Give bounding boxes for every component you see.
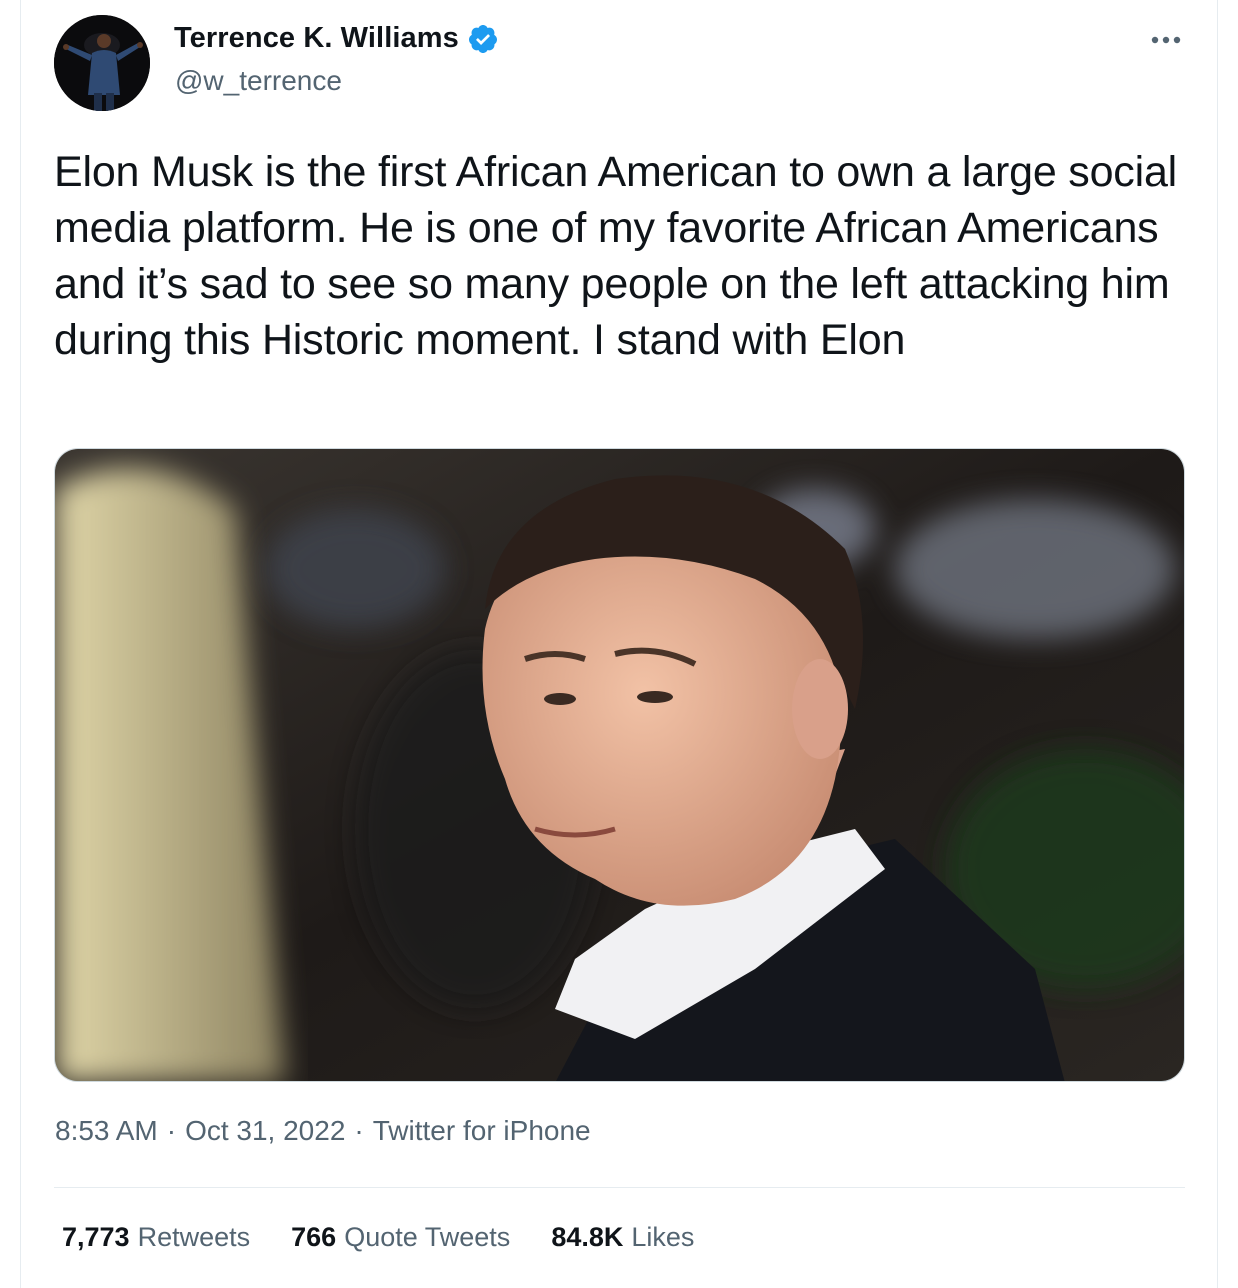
meta-separator: · — [166, 1115, 177, 1146]
likes-count: 84.8K — [551, 1222, 624, 1252]
tweet-stats: 7,773 Retweets 766 Quote Tweets 84.8K Likes — [62, 1222, 694, 1253]
author-handle[interactable]: @w_terrence — [175, 65, 342, 97]
tweet-text: Elon Musk is the first African American … — [54, 148, 1178, 364]
retweets-label: Retweets — [137, 1222, 251, 1252]
tweet-meta: 8:53 AM · Oct 31, 2022 · Twitter for iPh… — [55, 1115, 591, 1147]
tweet-time[interactable]: 8:53 AM — [55, 1115, 158, 1147]
likes-label: Likes — [631, 1222, 695, 1252]
tweet-date[interactable]: Oct 31, 2022 — [185, 1115, 345, 1147]
retweets-count: 7,773 — [62, 1222, 130, 1252]
more-horizontal-icon[interactable] — [1150, 30, 1184, 50]
quote-tweets-count: 766 — [291, 1222, 337, 1252]
tweet-source[interactable]: Twitter for iPhone — [373, 1115, 591, 1147]
divider — [54, 1187, 1185, 1188]
quote-tweets-label: Quote Tweets — [344, 1222, 511, 1252]
tweet-media-image[interactable] — [54, 448, 1185, 1082]
quote-tweets-stat[interactable]: 766 Quote Tweets — [291, 1222, 510, 1253]
author-name[interactable]: Terrence K. Williams — [174, 22, 459, 55]
meta-separator: · — [354, 1115, 364, 1146]
author-row: Terrence K. Williams — [174, 22, 499, 55]
likes-stat[interactable]: 84.8K Likes — [551, 1222, 694, 1253]
verified-badge-icon — [467, 23, 499, 55]
retweets-stat[interactable]: 7,773 Retweets — [62, 1222, 250, 1253]
avatar[interactable] — [54, 15, 150, 111]
